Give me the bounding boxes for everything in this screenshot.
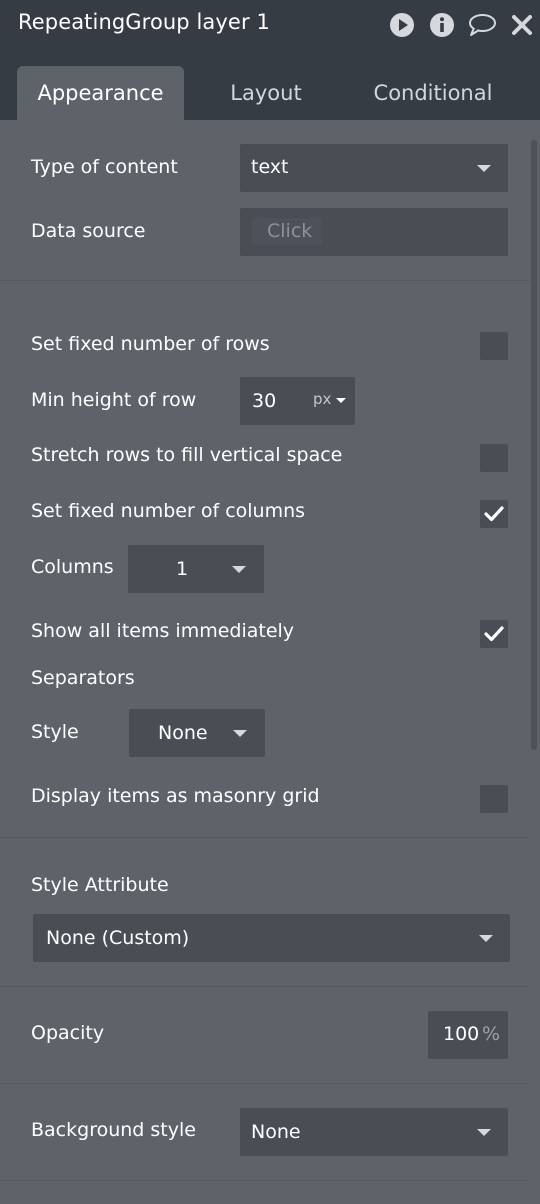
- scrollbar[interactable]: [531, 140, 537, 750]
- opacity-unit: %: [482, 1023, 501, 1045]
- checkmark-icon: [484, 626, 504, 642]
- unit-caret-icon[interactable]: [336, 398, 346, 403]
- dropdown-caret-icon: [233, 730, 247, 737]
- stretch-rows-checkbox[interactable]: [480, 444, 508, 472]
- section-divider: [0, 1180, 530, 1181]
- separator-style-value: None: [158, 722, 208, 744]
- dropdown-caret-icon: [477, 1129, 491, 1136]
- data-source-field[interactable]: Click: [240, 208, 508, 256]
- background-style-label: Background style: [31, 1119, 196, 1141]
- title-bar: RepeatingGroup layer 1: [0, 0, 540, 50]
- style-attribute-label: Style Attribute: [31, 874, 169, 896]
- fixed-rows-checkbox[interactable]: [480, 332, 508, 360]
- close-icon[interactable]: [511, 12, 537, 38]
- data-source-placeholder: Click: [267, 220, 313, 242]
- type-of-content-label: Type of content: [31, 156, 178, 178]
- min-height-unit[interactable]: px: [313, 390, 331, 408]
- min-height-value: 30: [252, 390, 277, 412]
- separators-heading: Separators: [31, 667, 135, 689]
- section-divider: [0, 280, 530, 281]
- dropdown-caret-icon: [479, 935, 493, 942]
- show-all-label: Show all items immediately: [31, 620, 295, 642]
- tab-layout[interactable]: Layout: [204, 66, 328, 120]
- fixed-columns-checkbox[interactable]: [480, 500, 508, 528]
- type-of-content-value: text: [251, 156, 289, 178]
- stretch-rows-label: Stretch rows to fill vertical space: [31, 444, 343, 466]
- style-attribute-dropdown[interactable]: None (Custom): [33, 914, 510, 962]
- checkmark-icon: [484, 506, 504, 522]
- type-of-content-dropdown[interactable]: text: [240, 144, 508, 192]
- style-attribute-value: None (Custom): [46, 927, 190, 949]
- data-source-click-chip[interactable]: Click: [252, 218, 322, 245]
- fixed-columns-label: Set fixed number of columns: [31, 500, 306, 522]
- tab-appearance[interactable]: Appearance: [17, 66, 184, 120]
- min-height-input[interactable]: 30 px: [240, 377, 355, 425]
- style-label: Style: [31, 721, 79, 743]
- background-style-value: None: [251, 1121, 301, 1143]
- background-style-dropdown[interactable]: None: [240, 1108, 508, 1156]
- fixed-rows-label: Set fixed number of rows: [31, 333, 270, 355]
- dropdown-caret-icon: [477, 165, 491, 172]
- opacity-value: 100: [443, 1023, 480, 1045]
- masonry-checkbox[interactable]: [480, 785, 508, 813]
- tab-conditional[interactable]: Conditional: [358, 66, 508, 120]
- columns-value: 1: [176, 558, 189, 580]
- data-source-label: Data source: [31, 220, 146, 242]
- section-divider: [0, 986, 530, 987]
- comment-icon[interactable]: [467, 12, 497, 38]
- masonry-label: Display items as masonry grid: [31, 785, 320, 807]
- separator-style-dropdown[interactable]: None: [129, 709, 265, 757]
- show-all-checkbox[interactable]: [480, 620, 508, 648]
- columns-label: Columns: [31, 556, 114, 578]
- columns-dropdown[interactable]: 1: [128, 545, 264, 593]
- dropdown-caret-icon: [232, 566, 246, 573]
- min-height-label: Min height of row: [31, 389, 197, 411]
- section-divider: [0, 837, 530, 838]
- tab-bar: Appearance Layout Conditional: [0, 50, 540, 120]
- window-title: RepeatingGroup layer 1: [18, 10, 270, 34]
- play-icon[interactable]: [389, 12, 415, 38]
- info-icon[interactable]: [429, 12, 455, 38]
- opacity-label: Opacity: [31, 1022, 105, 1044]
- section-divider: [0, 1083, 530, 1084]
- opacity-input[interactable]: 100 %: [428, 1011, 508, 1059]
